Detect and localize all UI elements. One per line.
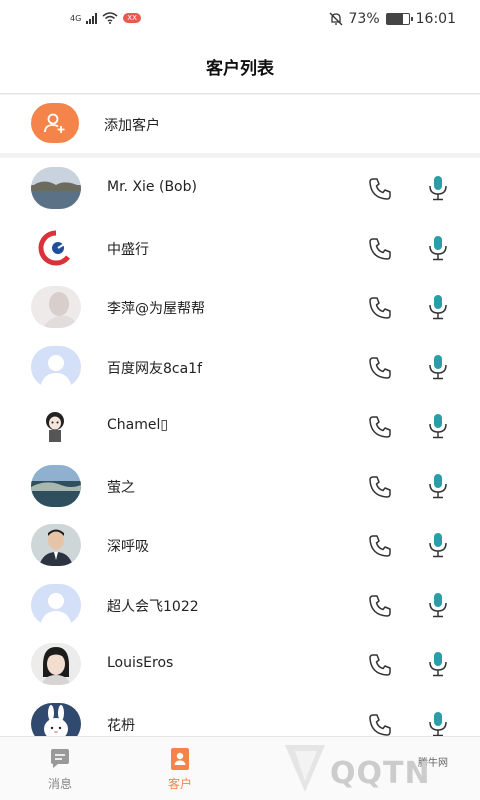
phone-icon[interactable] bbox=[367, 176, 393, 202]
watermark-text: QQTN bbox=[330, 756, 431, 791]
customer-name: 花枬 bbox=[107, 717, 135, 734]
header: 客户列表 bbox=[0, 40, 480, 94]
customer-name: Mr. Xie (Bob) bbox=[107, 179, 197, 195]
list-item[interactable]: 中盛行 bbox=[0, 218, 480, 278]
list-item[interactable]: 超人会飞1022 bbox=[0, 575, 480, 635]
microphone-icon[interactable] bbox=[426, 650, 450, 678]
network-type: 4G bbox=[70, 13, 82, 23]
add-customer-button[interactable]: 添加客户 bbox=[0, 95, 480, 153]
avatar bbox=[31, 286, 81, 328]
microphone-icon[interactable] bbox=[426, 353, 450, 381]
contact-card-icon bbox=[171, 748, 189, 770]
phone-icon[interactable] bbox=[367, 533, 393, 559]
tab-messages[interactable]: 消息 bbox=[0, 737, 120, 800]
avatar bbox=[31, 583, 81, 626]
microphone-icon[interactable] bbox=[426, 710, 450, 737]
microphone-icon[interactable] bbox=[426, 472, 450, 500]
avatar bbox=[31, 167, 81, 209]
customer-name: 百度网友8ca1f bbox=[107, 360, 203, 377]
status-badge: XX bbox=[123, 13, 141, 23]
list-item[interactable]: LouisEros bbox=[0, 634, 480, 694]
customer-name: 李萍@为屋帮帮 bbox=[107, 301, 205, 317]
page-title: 客户列表 bbox=[206, 59, 274, 79]
list-item[interactable]: 深呼吸 bbox=[0, 515, 480, 575]
signal-icon bbox=[86, 12, 98, 24]
phone-icon[interactable] bbox=[367, 295, 393, 321]
customer-name: 深呼吸 bbox=[107, 539, 149, 555]
customer-name: 中盛行 bbox=[107, 241, 149, 258]
mute-bell-icon bbox=[329, 12, 342, 26]
battery-fill bbox=[386, 14, 403, 24]
tab-messages-label: 消息 bbox=[47, 777, 72, 791]
microphone-icon[interactable] bbox=[426, 234, 450, 262]
phone-icon[interactable] bbox=[367, 652, 393, 678]
avatar bbox=[31, 464, 81, 507]
customer-name: 萤之 bbox=[107, 479, 135, 496]
phone-icon[interactable] bbox=[367, 593, 393, 619]
phone-icon[interactable] bbox=[367, 474, 393, 500]
clock: 16:01 bbox=[415, 11, 456, 27]
phone-icon[interactable] bbox=[367, 414, 393, 440]
microphone-icon[interactable] bbox=[426, 293, 450, 321]
tab-customers-label: 客户 bbox=[167, 777, 192, 791]
list-item[interactable]: 花枬 bbox=[0, 694, 480, 737]
battery-icon bbox=[385, 13, 413, 25]
status-right: 73% 16:01 bbox=[329, 11, 456, 27]
add-customer-label: 添加客户 bbox=[104, 118, 160, 134]
customer-name: 超人会飞1022 bbox=[107, 598, 199, 615]
avatar bbox=[31, 405, 81, 447]
list-item[interactable]: Mr. Xie (Bob) bbox=[0, 158, 480, 218]
list-item[interactable]: 萤之 bbox=[0, 456, 480, 516]
phone-icon[interactable] bbox=[367, 236, 393, 262]
status-bar: 4G XX 73% 16:01 bbox=[0, 0, 480, 40]
customer-list[interactable]: Mr. Xie (Bob) 中盛行 李萍@为屋帮帮 百度网友8ca1f Cham… bbox=[0, 158, 480, 736]
microphone-icon[interactable] bbox=[426, 531, 450, 559]
microphone-icon[interactable] bbox=[426, 591, 450, 619]
chat-icon bbox=[51, 749, 69, 768]
microphone-icon[interactable] bbox=[426, 174, 450, 202]
list-item[interactable]: 百度网友8ca1f bbox=[0, 337, 480, 397]
add-user-icon bbox=[31, 103, 79, 143]
avatar bbox=[31, 524, 81, 566]
avatar bbox=[31, 226, 81, 269]
list-item[interactable]: Chamel▯ bbox=[0, 396, 480, 456]
microphone-icon[interactable] bbox=[426, 412, 450, 440]
avatar bbox=[31, 643, 81, 685]
customer-name: Chamel▯ bbox=[107, 417, 169, 433]
avatar bbox=[31, 345, 81, 388]
list-item[interactable]: 李萍@为屋帮帮 bbox=[0, 277, 480, 337]
battery-percent: 73% bbox=[348, 11, 380, 27]
wifi-icon bbox=[102, 12, 118, 24]
status-left: 4G XX bbox=[70, 12, 141, 24]
phone-icon[interactable] bbox=[367, 355, 393, 381]
tab-customers[interactable]: 客户 bbox=[120, 737, 240, 800]
phone-icon[interactable] bbox=[367, 712, 393, 737]
avatar bbox=[31, 702, 81, 736]
customer-name: LouisEros bbox=[107, 655, 174, 671]
